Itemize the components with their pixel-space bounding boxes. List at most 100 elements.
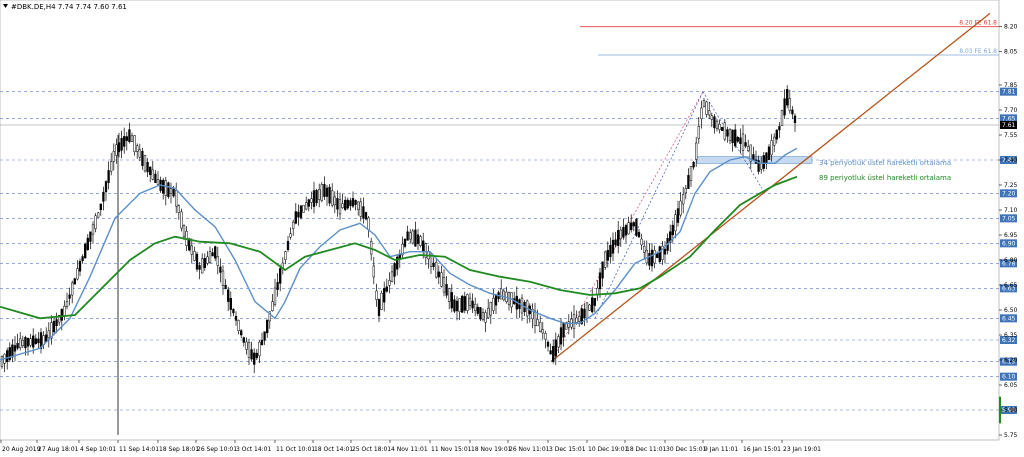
candle — [91, 224, 95, 235]
candle — [645, 249, 648, 264]
candle — [346, 199, 349, 209]
candle — [32, 335, 35, 348]
candle — [440, 272, 443, 287]
candle — [708, 110, 711, 116]
candle — [138, 149, 141, 158]
candle — [250, 349, 253, 360]
candle — [705, 101, 708, 115]
candle — [364, 212, 368, 220]
candle — [552, 346, 555, 362]
candle — [393, 263, 396, 277]
candle — [175, 190, 178, 207]
candle — [273, 287, 277, 305]
candle — [479, 307, 482, 320]
x-tick-label: 18 Oct 14:01 — [314, 446, 353, 453]
candle — [13, 345, 17, 352]
candle — [435, 262, 438, 278]
candle — [474, 303, 477, 311]
candle — [611, 239, 615, 254]
candle — [55, 319, 58, 326]
candle — [780, 110, 784, 126]
candle — [635, 218, 638, 236]
candle — [627, 222, 630, 235]
candle — [354, 200, 357, 205]
candle — [180, 211, 183, 229]
candle — [73, 278, 76, 285]
candle — [151, 169, 154, 180]
candle — [650, 249, 654, 267]
candle — [94, 215, 97, 229]
candle — [632, 222, 635, 227]
candle — [674, 214, 677, 232]
candle — [492, 297, 495, 311]
ema34-legend: 34 periyotluk üstel hareketli ortalama — [819, 159, 951, 167]
candle — [653, 250, 656, 264]
x-tick-label: 11 Sep 14:01 — [119, 446, 159, 453]
candle — [115, 144, 118, 156]
candle — [481, 312, 485, 320]
candle — [351, 198, 355, 207]
candle — [128, 129, 131, 142]
x-tick-label: 11 Nov 15:01 — [431, 446, 472, 453]
candle — [489, 302, 492, 316]
candle — [388, 280, 391, 286]
candle — [84, 243, 87, 259]
candle — [544, 333, 547, 340]
candle — [19, 338, 22, 349]
candle — [609, 244, 612, 258]
x-tick-label: 20 Aug 2019 — [2, 446, 41, 453]
candle — [112, 151, 115, 162]
y-tick-label: 7.40 — [1004, 157, 1018, 164]
y-tick-label: 7.55 — [1004, 132, 1018, 139]
candle — [198, 265, 201, 270]
candle — [591, 297, 594, 313]
y-tick-label: 7.25 — [1004, 182, 1018, 189]
candle — [24, 337, 27, 349]
candle — [289, 233, 292, 238]
candle — [702, 100, 706, 107]
candle — [718, 123, 721, 130]
candle — [679, 200, 682, 216]
candle — [193, 250, 196, 261]
candle — [494, 294, 498, 306]
candle — [793, 115, 797, 123]
candle — [567, 321, 570, 328]
candle — [536, 319, 539, 327]
candle — [224, 284, 227, 290]
candle — [741, 133, 745, 151]
candle — [341, 203, 344, 209]
x-tick-label: 25 Oct 18:01 — [352, 446, 391, 453]
candle — [622, 227, 625, 238]
candle — [89, 231, 92, 242]
candle — [726, 129, 729, 137]
candle — [406, 231, 409, 241]
candle — [770, 140, 773, 156]
candle — [237, 320, 240, 331]
candle — [260, 339, 264, 346]
candle — [312, 190, 316, 207]
x-tick-label: 4 Sep 10:01 — [80, 446, 116, 453]
candle — [671, 224, 674, 236]
candle — [76, 268, 79, 280]
candle — [728, 129, 732, 141]
candle — [461, 295, 464, 313]
candle — [767, 146, 771, 161]
candle — [663, 248, 667, 255]
candle — [562, 322, 565, 338]
candle — [336, 198, 339, 210]
candle — [549, 350, 552, 355]
candle — [463, 296, 466, 311]
candle — [279, 268, 282, 284]
candle — [385, 286, 388, 292]
candle — [60, 308, 63, 321]
candle — [689, 166, 693, 181]
candle — [299, 205, 303, 218]
candle — [318, 189, 321, 200]
candle — [710, 115, 713, 120]
candle — [240, 330, 243, 336]
candle — [752, 154, 755, 161]
candle — [201, 258, 204, 274]
candle — [172, 188, 175, 197]
x-tick-label: 3 Oct 14:01 — [236, 446, 271, 453]
price-chart[interactable]: 8.20 FE 61.88.03 FE 61.8 7.817.657.617.4… — [0, 0, 1024, 457]
